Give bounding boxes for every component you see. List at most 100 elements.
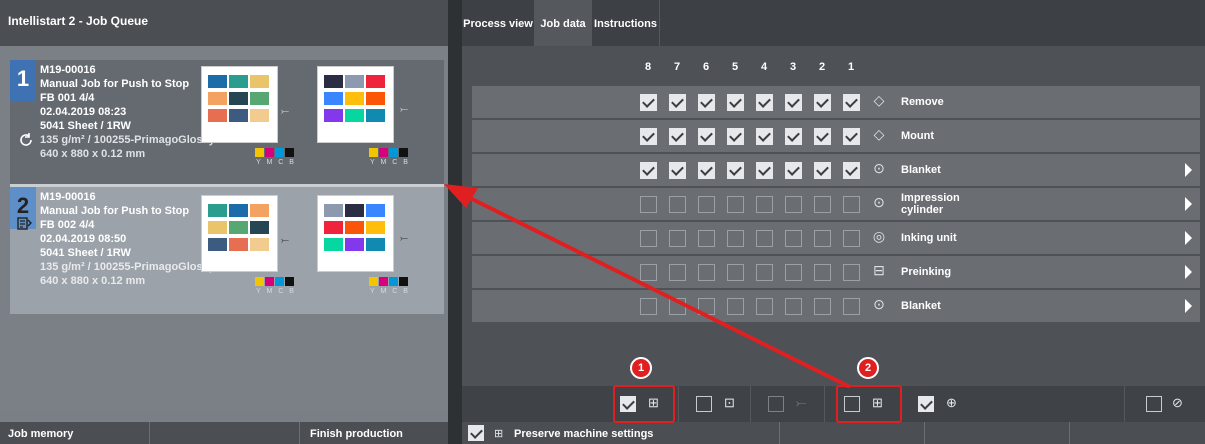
unit-8-checkbox[interactable] — [640, 94, 657, 111]
expand-arrow-icon[interactable] — [1185, 265, 1192, 279]
unit-4-checkbox[interactable] — [756, 230, 773, 247]
row-label: Preinking — [901, 266, 952, 278]
process-row-preinking[interactable]: ⊟ Preinking — [472, 256, 1200, 288]
job-date: 02.04.2019 08:23 — [40, 106, 127, 118]
left-footer-bar: Job memory Finish production — [0, 422, 448, 444]
unit-7-checkbox[interactable] — [669, 264, 686, 281]
unit-8-checkbox[interactable] — [640, 128, 657, 145]
sheet-option-checkbox[interactable] — [696, 396, 712, 412]
unit-5-checkbox[interactable] — [727, 128, 744, 145]
unit-6-checkbox[interactable] — [698, 196, 715, 213]
unit-5-checkbox[interactable] — [727, 264, 744, 281]
unit-7-checkbox[interactable] — [669, 162, 686, 179]
unit-7-checkbox[interactable] — [669, 230, 686, 247]
unit-2-checkbox[interactable] — [814, 94, 831, 111]
blanket-wash-icon: ⊙ — [873, 160, 885, 176]
unit-3-checkbox[interactable] — [785, 264, 802, 281]
unit-7-checkbox[interactable] — [669, 196, 686, 213]
unit-6-checkbox[interactable] — [698, 264, 715, 281]
unit-5-checkbox[interactable] — [727, 298, 744, 315]
unit-4-checkbox[interactable] — [756, 196, 773, 213]
unit-6-checkbox[interactable] — [698, 94, 715, 111]
unit-2-checkbox[interactable] — [814, 196, 831, 213]
expand-arrow-icon[interactable] — [1185, 163, 1192, 177]
unit-8-checkbox[interactable] — [640, 162, 657, 179]
unit-8-checkbox[interactable] — [640, 298, 657, 315]
unit-3-checkbox[interactable] — [785, 298, 802, 315]
unit-1-checkbox[interactable] — [843, 128, 860, 145]
unit-2-checkbox[interactable] — [814, 298, 831, 315]
process-row-inking-unit[interactable]: ◎ Inking unit — [472, 222, 1200, 254]
unit-2-checkbox[interactable] — [814, 162, 831, 179]
unit-8-checkbox[interactable] — [640, 230, 657, 247]
unit-3-checkbox[interactable] — [785, 128, 802, 145]
unit-3-checkbox[interactable] — [785, 162, 802, 179]
swatch-label-front: Y M C B — [256, 288, 296, 295]
unit-1-checkbox[interactable] — [843, 298, 860, 315]
process-row-impression-cylinder[interactable]: ⊙ Impression cylinder — [472, 188, 1200, 220]
unit-1-checkbox[interactable] — [843, 196, 860, 213]
unit-7-checkbox[interactable] — [669, 128, 686, 145]
preserve-settings-checkbox[interactable] — [468, 425, 484, 441]
unit-4-checkbox[interactable] — [756, 94, 773, 111]
remote-icon[interactable]: ⊕ — [946, 395, 957, 411]
front-sheet-thumbnail[interactable] — [201, 66, 278, 143]
expand-arrow-icon[interactable] — [1185, 231, 1192, 245]
unit-1-checkbox[interactable] — [843, 94, 860, 111]
job-queue-item-1[interactable]: 1 M19-00016 Manual Job for Push to Stop … — [10, 60, 444, 190]
unit-2-checkbox[interactable] — [814, 128, 831, 145]
finish-production-button[interactable]: Finish production — [300, 422, 448, 444]
process-row-mount: ◇ Mount — [472, 120, 1200, 152]
back-sheet-thumbnail[interactable] — [317, 195, 394, 272]
panel-splitter[interactable] — [448, 0, 462, 444]
remote-option-checkbox[interactable] — [918, 396, 934, 412]
unit-3-checkbox[interactable] — [785, 196, 802, 213]
preserve-settings-icon: ⊞ — [494, 428, 504, 440]
inking-unit-icon: ◎ — [872, 228, 886, 244]
unit-6-checkbox[interactable] — [698, 230, 715, 247]
job-date: 02.04.2019 08:50 — [40, 233, 127, 245]
unit-2-checkbox[interactable] — [814, 230, 831, 247]
sheet-transfer-icon: ⤚ — [281, 235, 289, 246]
unit-2-checkbox[interactable] — [814, 264, 831, 281]
unit-1-checkbox[interactable] — [843, 162, 860, 179]
unit-5-checkbox[interactable] — [727, 196, 744, 213]
unit-3-checkbox[interactable] — [785, 230, 802, 247]
job-memory-button[interactable]: Job memory — [0, 422, 150, 444]
expand-arrow-icon[interactable] — [1185, 299, 1192, 313]
unit-7-checkbox[interactable] — [669, 298, 686, 315]
unit-5-checkbox[interactable] — [727, 230, 744, 247]
unit-1-checkbox[interactable] — [843, 230, 860, 247]
row-label: Blanket — [901, 164, 941, 176]
unit-number: 8 — [644, 61, 652, 73]
bottom-toolbar: ⊞ ⊡ ⤚ ⊞ ⊕ ⊘ — [462, 386, 1205, 422]
safety-icon[interactable]: ⊘ — [1172, 395, 1183, 411]
tab-instructions[interactable]: Instructions — [592, 0, 660, 46]
unit-6-checkbox[interactable] — [698, 162, 715, 179]
unit-4-checkbox[interactable] — [756, 298, 773, 315]
unit-8-checkbox[interactable] — [640, 196, 657, 213]
safety-option-checkbox[interactable] — [1146, 396, 1162, 412]
expand-arrow-icon[interactable] — [1185, 197, 1192, 211]
unit-7-checkbox[interactable] — [669, 94, 686, 111]
impression-cylinder-icon: ⊙ — [873, 194, 885, 210]
tab-job-data[interactable]: Job data — [535, 0, 592, 46]
unit-5-checkbox[interactable] — [727, 162, 744, 179]
unit-4-checkbox[interactable] — [756, 264, 773, 281]
sheet-option-icon[interactable]: ⊡ — [724, 395, 735, 411]
back-sheet-thumbnail[interactable] — [317, 66, 394, 143]
unit-4-checkbox[interactable] — [756, 128, 773, 145]
process-row-blanket-2[interactable]: ⊙ Blanket — [472, 290, 1200, 322]
job-queue-item-2[interactable]: 2 M19-00016 Manual Job for Push to Stop … — [10, 184, 444, 314]
unit-5-checkbox[interactable] — [727, 94, 744, 111]
unit-6-checkbox[interactable] — [698, 298, 715, 315]
front-sheet-thumbnail[interactable] — [201, 195, 278, 272]
unit-8-checkbox[interactable] — [640, 264, 657, 281]
unit-6-checkbox[interactable] — [698, 128, 715, 145]
preserve-settings-cell: ⊞ Preserve machine settings — [462, 422, 780, 444]
unit-3-checkbox[interactable] — [785, 94, 802, 111]
process-row-blanket[interactable]: ⊙ Blanket — [472, 154, 1200, 186]
unit-1-checkbox[interactable] — [843, 264, 860, 281]
tab-process-view[interactable]: Process view — [462, 0, 535, 46]
unit-4-checkbox[interactable] — [756, 162, 773, 179]
